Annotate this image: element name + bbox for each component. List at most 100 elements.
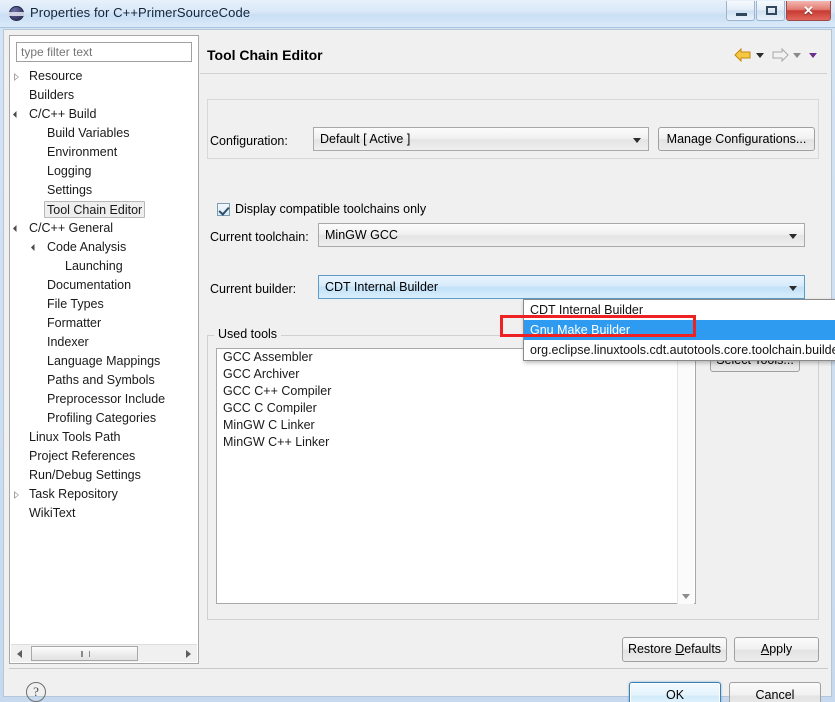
sidebar-item-logging[interactable]: Logging <box>10 162 198 181</box>
maximize-button[interactable] <box>756 1 785 21</box>
close-button[interactable]: ✕ <box>786 1 831 21</box>
scroll-right-icon[interactable] <box>180 645 197 662</box>
sidebar-item-profiling-categories[interactable]: Profiling Categories <box>10 409 198 428</box>
sidebar-item-label: WikiText <box>29 506 76 520</box>
page-title: Tool Chain Editor <box>207 47 323 63</box>
sidebar-item-label: Paths and Symbols <box>47 373 155 387</box>
sidebar-item-label: Project References <box>29 449 136 463</box>
eclipse-icon <box>9 6 24 21</box>
scroll-thumb[interactable] <box>31 646 138 661</box>
navigation-buttons <box>734 48 821 62</box>
sidebar-item-code-analysis[interactable]: Code Analysis <box>10 238 198 257</box>
list-item[interactable]: MinGW C Linker <box>217 417 695 434</box>
ok-button[interactable]: OK <box>629 682 721 702</box>
dropdown-option[interactable]: CDT Internal Builder <box>524 300 835 320</box>
sidebar-item-label: Logging <box>47 164 92 178</box>
collapse-triangle-icon[interactable] <box>12 110 21 119</box>
sidebar-item-language-mappings[interactable]: Language Mappings <box>10 352 198 371</box>
list-item[interactable]: GCC Archiver <box>217 366 695 383</box>
display-compatible-label: Display compatible toolchains only <box>235 202 427 216</box>
minimize-button[interactable] <box>726 1 755 21</box>
sidebar-item-label: Build Variables <box>47 126 130 140</box>
used-tools-items[interactable]: GCC Assembler GCC Archiver GCC C++ Compile… <box>217 349 695 451</box>
sidebar-item-documentation[interactable]: Documentation <box>10 276 198 295</box>
current-toolchain-value: MinGW GCC <box>325 228 398 242</box>
current-builder-label: Current builder: <box>210 282 297 296</box>
sidebar-item-tool-chain-editor[interactable]: Tool Chain Editor <box>10 200 198 219</box>
sidebar-item-preprocessor-include[interactable]: Preprocessor Include <box>10 390 198 409</box>
window-controls: ✕ <box>726 1 831 21</box>
footer-divider <box>9 668 828 669</box>
current-builder-dropdown[interactable]: CDT Internal Builder Gnu Make Builder org.… <box>523 299 835 361</box>
list-item[interactable]: GCC C++ Compiler <box>217 383 695 400</box>
current-toolchain-combo[interactable]: MinGW GCC <box>318 223 805 247</box>
display-compatible-checkbox[interactable] <box>217 203 230 216</box>
sidebar-item-c-c-build[interactable]: C/C++ Build <box>10 105 198 124</box>
list-item[interactable]: MinGW C++ Linker <box>217 434 695 451</box>
sidebar-item-wikitext[interactable]: WikiText <box>10 504 198 523</box>
sidebar-item-label: C/C++ General <box>29 221 114 235</box>
current-builder-value: CDT Internal Builder <box>325 280 439 294</box>
tree-horizontal-scrollbar[interactable] <box>11 644 197 662</box>
close-icon: ✕ <box>803 3 814 18</box>
filter-input[interactable] <box>16 42 192 62</box>
maximize-icon <box>766 6 777 15</box>
sidebar-item-formatter[interactable]: Formatter <box>10 314 198 333</box>
collapse-triangle-icon[interactable] <box>12 224 21 233</box>
sidebar-item-project-references[interactable]: Project References <box>10 447 198 466</box>
apply-label: Apply <box>760 642 793 656</box>
page-content: Tool Chain Editor Configuration: Default… <box>200 35 835 664</box>
sidebar-item-builders[interactable]: Builders <box>10 86 198 105</box>
sidebar-item-label: File Types <box>47 297 104 311</box>
configuration-combo[interactable]: Default [ Active ] <box>313 127 649 151</box>
sidebar-item-linux-tools-path[interactable]: Linux Tools Path <box>10 428 198 447</box>
sidebar-item-settings[interactable]: Settings <box>10 181 198 200</box>
dropdown-option[interactable]: Gnu Make Builder <box>524 320 835 340</box>
used-tools-vertical-scrollbar[interactable] <box>677 350 694 604</box>
sidebar-item-paths-and-symbols[interactable]: Paths and Symbols <box>10 371 198 390</box>
back-dropdown-caret-icon[interactable] <box>756 52 764 58</box>
sidebar-item-launching[interactable]: Launching <box>10 257 198 276</box>
used-tools-listbox[interactable]: GCC Assembler GCC Archiver GCC C++ Compile… <box>216 348 696 604</box>
minimize-icon <box>736 13 747 16</box>
sidebar-item-resource[interactable]: Resource <box>10 67 198 86</box>
configuration-label: Configuration: <box>210 134 288 148</box>
chevron-down-icon <box>633 138 641 143</box>
scroll-down-icon[interactable] <box>678 588 694 604</box>
settings-tree[interactable]: Resource Builders C/C++ Build Build Variabl… <box>10 67 198 634</box>
cancel-button[interactable]: Cancel <box>729 682 821 702</box>
back-arrow-icon[interactable] <box>734 48 752 62</box>
manage-configurations-button[interactable]: Manage Configurations... <box>658 127 815 151</box>
sidebar-item-environment[interactable]: Environment <box>10 143 198 162</box>
sidebar-item-label: Environment <box>47 145 118 159</box>
title-bar: Properties for C++PrimerSourceCode ✕ <box>0 0 835 28</box>
settings-tree-panel: Resource Builders C/C++ Build Build Variabl… <box>9 35 199 664</box>
current-builder-combo[interactable]: CDT Internal Builder <box>318 275 805 299</box>
sidebar-item-label: Indexer <box>47 335 89 349</box>
chevron-down-icon <box>789 286 797 291</box>
dropdown-option[interactable]: org.eclipse.linuxtools.cdt.autotools.cor… <box>524 340 835 360</box>
view-menu-caret-icon[interactable] <box>809 52 817 58</box>
restore-defaults-button[interactable]: Restore Defaults <box>622 637 727 662</box>
list-item[interactable]: GCC C Compiler <box>217 400 695 417</box>
sidebar-item-label: Builders <box>29 88 75 102</box>
expand-triangle-icon[interactable] <box>14 73 19 81</box>
apply-button[interactable]: Apply <box>734 637 819 662</box>
help-icon[interactable]: ? <box>26 682 46 702</box>
expand-triangle-icon[interactable] <box>14 491 19 499</box>
sidebar-item-task-repository[interactable]: Task Repository <box>10 485 198 504</box>
sidebar-item-file-types[interactable]: File Types <box>10 295 198 314</box>
sidebar-item-c-c-general[interactable]: C/C++ General <box>10 219 198 238</box>
window-title: Properties for C++PrimerSourceCode <box>30 5 251 20</box>
sidebar-item-label: Settings <box>47 183 93 197</box>
forward-dropdown-caret-icon <box>793 52 801 58</box>
sidebar-item-label: Documentation <box>47 278 132 292</box>
sidebar-item-build-variables[interactable]: Build Variables <box>10 124 198 143</box>
properties-dialog-window: Properties for C++PrimerSourceCode ✕ Res… <box>0 0 835 702</box>
sidebar-item-indexer[interactable]: Indexer <box>10 333 198 352</box>
configuration-value: Default [ Active ] <box>320 132 411 146</box>
collapse-triangle-icon[interactable] <box>30 243 39 252</box>
sidebar-item-run-debug-settings[interactable]: Run/Debug Settings <box>10 466 198 485</box>
sidebar-item-label: Code Analysis <box>47 240 127 254</box>
scroll-left-icon[interactable] <box>11 645 28 662</box>
